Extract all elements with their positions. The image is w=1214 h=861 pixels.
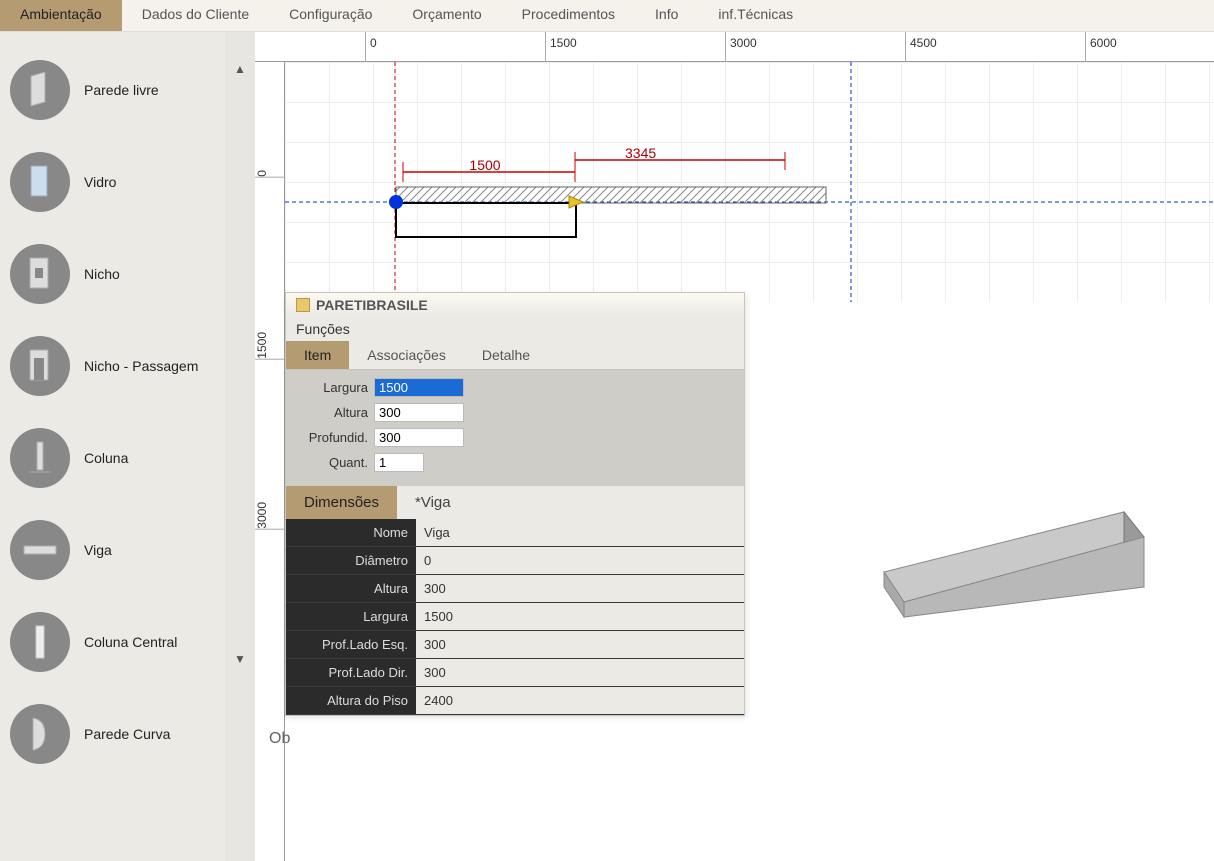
tool-parede-curva[interactable]: Parede Curva bbox=[10, 696, 215, 772]
vidro-icon bbox=[10, 152, 70, 212]
prop-row[interactable]: Prof.Lado Dir. 300 bbox=[286, 659, 744, 687]
tab-info[interactable]: Info bbox=[635, 0, 698, 31]
tool-coluna-central[interactable]: Coluna Central bbox=[10, 604, 215, 680]
tab-inf-tecnicas[interactable]: inf.Técnicas bbox=[698, 0, 813, 31]
ruler-horizontal: 0 1500 3000 4500 6000 bbox=[255, 32, 1214, 62]
tool-viga[interactable]: Viga bbox=[10, 512, 215, 588]
input-quant[interactable] bbox=[374, 453, 424, 472]
sub-tab-viga[interactable]: *Viga bbox=[397, 486, 469, 519]
tab-orcamento[interactable]: Orçamento bbox=[392, 0, 501, 31]
coluna-central-icon bbox=[10, 612, 70, 672]
sub-tabs: Dimensões *Viga bbox=[286, 486, 744, 519]
tool-label: Nicho - Passagem bbox=[84, 358, 198, 374]
form-area: Largura Altura Profundid. Quant. bbox=[286, 370, 744, 486]
panel-tab-item[interactable]: Item bbox=[286, 341, 349, 369]
ruler-tick: 6000 bbox=[1085, 32, 1117, 62]
tool-label: Parede livre bbox=[84, 82, 159, 98]
tab-configuracao[interactable]: Configuração bbox=[269, 0, 392, 31]
panel-tab-detalhe[interactable]: Detalhe bbox=[464, 341, 548, 369]
tool-label: Vidro bbox=[84, 174, 116, 190]
scroll-down-icon[interactable]: ▼ bbox=[231, 652, 249, 670]
label-profundid: Profundid. bbox=[296, 430, 368, 445]
obs-label: Ob bbox=[255, 722, 304, 756]
input-altura[interactable] bbox=[374, 403, 464, 422]
tool-label: Coluna Central bbox=[84, 634, 177, 650]
nicho-icon bbox=[10, 244, 70, 304]
prop-row[interactable]: Prof.Lado Esq. 300 bbox=[286, 631, 744, 659]
label-altura: Altura bbox=[296, 405, 368, 420]
ruler-tick: 3000 bbox=[725, 32, 757, 62]
ruler-tick: 1500 bbox=[545, 32, 577, 62]
scrollbar-vertical[interactable]: ▲ ▼ bbox=[225, 32, 255, 861]
sub-tab-dimensoes[interactable]: Dimensões bbox=[286, 486, 397, 519]
canvas-grid bbox=[285, 62, 1214, 302]
tool-parede-livre[interactable]: Parede livre bbox=[10, 52, 215, 128]
parede-curva-icon bbox=[10, 704, 70, 764]
parede-livre-icon bbox=[10, 60, 70, 120]
panel-title: PARETIBRASILE bbox=[316, 297, 428, 313]
tool-coluna[interactable]: Coluna bbox=[10, 420, 215, 496]
tool-label: Viga bbox=[84, 542, 112, 558]
prop-row[interactable]: Altura 300 bbox=[286, 575, 744, 603]
tool-label: Nicho bbox=[84, 266, 120, 282]
tool-label: Coluna bbox=[84, 450, 128, 466]
ruler-tick: 0 bbox=[255, 170, 285, 178]
prop-row[interactable]: Nome Viga bbox=[286, 519, 744, 547]
label-quant: Quant. bbox=[296, 455, 368, 470]
input-profundid[interactable] bbox=[374, 428, 464, 447]
3d-preview[interactable] bbox=[844, 452, 1194, 652]
prop-row[interactable]: Largura 1500 bbox=[286, 603, 744, 631]
tool-vidro[interactable]: Vidro bbox=[10, 144, 215, 220]
tab-procedimentos[interactable]: Procedimentos bbox=[502, 0, 635, 31]
app-icon bbox=[296, 298, 310, 312]
panel-title-bar[interactable]: PARETIBRASILE bbox=[286, 293, 744, 317]
input-largura[interactable] bbox=[374, 378, 464, 397]
panel-tab-associacoes[interactable]: Associações bbox=[349, 341, 464, 369]
tool-nicho[interactable]: Nicho bbox=[10, 236, 215, 312]
properties-panel[interactable]: PARETIBRASILE Funções Item Associações D… bbox=[285, 292, 745, 716]
tab-ambientacao[interactable]: Ambientação bbox=[0, 0, 122, 31]
ruler-tick: 0 bbox=[365, 32, 377, 62]
label-largura: Largura bbox=[296, 380, 368, 395]
ruler-tick: 4500 bbox=[905, 32, 937, 62]
tab-dados-cliente[interactable]: Dados do Cliente bbox=[122, 0, 269, 31]
ruler-tick: 3000 bbox=[255, 502, 285, 530]
tool-label: Parede Curva bbox=[84, 726, 170, 742]
canvas-area[interactable]: ▲ ▼ 0 1500 3000 4500 6000 0 1500 3000 bbox=[225, 32, 1214, 861]
coluna-icon bbox=[10, 428, 70, 488]
panel-tabs: Item Associações Detalhe bbox=[286, 341, 744, 370]
viga-icon bbox=[10, 520, 70, 580]
ruler-tick: 1500 bbox=[255, 332, 285, 360]
properties-table: Nome Viga Diâmetro 0 Altura 300 Largura … bbox=[286, 519, 744, 715]
prop-row[interactable]: Diâmetro 0 bbox=[286, 547, 744, 575]
prop-row[interactable]: Altura do Piso 2400 bbox=[286, 687, 744, 715]
top-tabs: Ambientação Dados do Cliente Configuraçã… bbox=[0, 0, 1214, 32]
tool-sidebar: Parede livre Vidro Nicho Nicho - Passage… bbox=[0, 32, 225, 861]
panel-menu-funcoes[interactable]: Funções bbox=[286, 317, 744, 341]
nicho-passagem-icon bbox=[10, 336, 70, 396]
scroll-up-icon[interactable]: ▲ bbox=[231, 62, 249, 80]
tool-nicho-passagem[interactable]: Nicho - Passagem bbox=[10, 328, 215, 404]
